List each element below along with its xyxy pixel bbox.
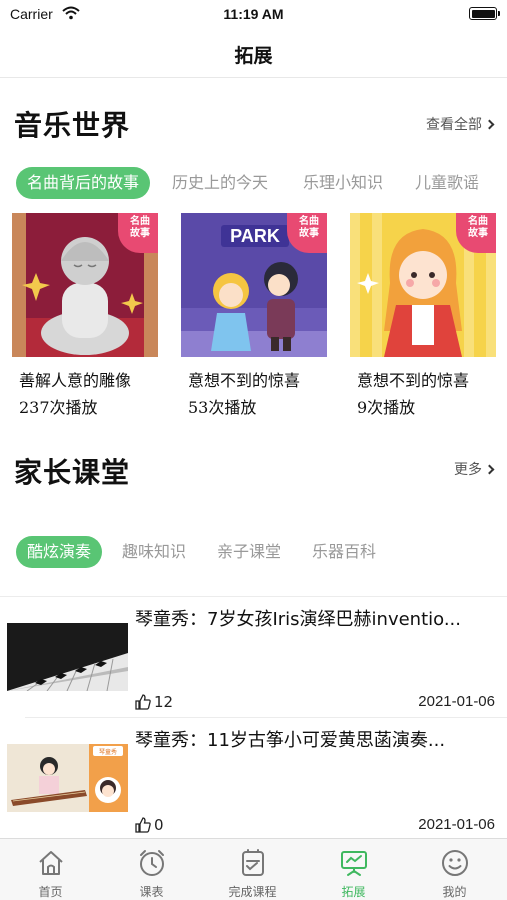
card-title: 意想不到的惊喜 (357, 371, 470, 390)
story-badge: 名曲故事 (456, 213, 496, 253)
tabbar-item-expand[interactable]: 拓展 (303, 839, 404, 900)
status-time: 11:19 AM (223, 6, 284, 22)
tabbar-label: 我的 (442, 885, 467, 899)
tab-cool-performance[interactable]: 酷炫演奏 (16, 536, 103, 568)
parents-more-button[interactable]: 更多 (454, 459, 495, 479)
more-label: 更多 (454, 462, 482, 478)
chevron-right-icon (484, 464, 495, 474)
music-card[interactable]: 名曲故事 善解人意的雕像 237次播放 (12, 213, 158, 423)
clock-icon (140, 850, 164, 876)
tabbar-label: 首页 (38, 885, 63, 899)
thumbnail-label: 琴童秀 (99, 748, 117, 756)
video-title: 琴童秀：11岁古筝小可爱黄思菡演奏... (135, 730, 446, 751)
tabbar-label: 拓展 (341, 885, 366, 899)
card-thumbnail: PARK 名曲故事 (181, 213, 327, 357)
card-play-count: 9次播放 (357, 398, 416, 417)
story-badge: 名曲故事 (287, 213, 327, 253)
card-thumbnail: 名曲故事 (12, 213, 158, 357)
card-thumbnail: 名曲故事 (350, 213, 496, 357)
story-badge: 名曲故事 (118, 213, 158, 253)
board-icon (341, 851, 367, 876)
tab-music-theory[interactable]: 乐理小知识 (303, 167, 383, 199)
view-all-label: 查看全部 (426, 117, 482, 133)
card-title: 善解人意的雕像 (19, 371, 132, 390)
tabbar-item-home[interactable]: 首页 (0, 839, 101, 900)
park-sign-text: PARK (230, 226, 280, 246)
chevron-right-icon (484, 119, 495, 129)
checklist-icon (242, 849, 264, 876)
tab-history-today[interactable]: 历史上的今天 (172, 167, 268, 199)
tabbar-item-mine[interactable]: 我的 (404, 839, 505, 900)
tab-fun-knowledge[interactable]: 趣味知识 (122, 536, 186, 568)
video-list-item[interactable]: 琴童秀：7岁女孩Iris演绎巴赫inventio... 12 2021-01-0… (0, 597, 507, 717)
tabbar-label: 完成课程 (228, 885, 277, 899)
card-title: 意想不到的惊喜 (188, 371, 301, 390)
card-play-count: 53次播放 (188, 398, 257, 417)
like-count-value: 0 (154, 816, 164, 834)
tab-famous-stories[interactable]: 名曲背后的故事 (16, 167, 151, 199)
navigation-bar: 拓展 (0, 30, 507, 78)
like-count[interactable]: 12 (135, 693, 173, 711)
like-count-value: 12 (154, 693, 174, 711)
video-date: 2021-01-06 (418, 693, 495, 710)
video-date: 2021-01-06 (418, 816, 495, 833)
battery-icon (469, 7, 500, 20)
video-thumbnail: 琴童秀 (7, 744, 128, 812)
card-play-count: 237次播放 (19, 398, 98, 417)
music-card[interactable]: 名曲故事 意想不到的惊喜 9次播放 (350, 213, 496, 423)
video-thumbnail (7, 623, 128, 691)
music-section-title: 音乐世界 (14, 109, 131, 142)
status-bar: Carrier 11:19 AM (0, 0, 507, 30)
music-view-all-button[interactable]: 查看全部 (426, 114, 495, 134)
video-title: 琴童秀：7岁女孩Iris演绎巴赫inventio... (135, 609, 462, 630)
thumbs-up-icon (135, 694, 151, 710)
music-tab-row: 名曲背后的故事 历史上的今天 乐理小知识 儿童歌谣 (0, 167, 507, 201)
tab-instrument-wiki[interactable]: 乐器百科 (312, 536, 376, 568)
tabbar-item-schedule[interactable]: 课表 (101, 839, 202, 900)
like-count[interactable]: 0 (135, 816, 164, 834)
home-icon (39, 851, 63, 875)
music-card[interactable]: PARK 名曲故事 意想不到的惊喜 53次播放 (181, 213, 327, 423)
tabbar-item-completed[interactable]: 完成课程 (202, 839, 303, 900)
tab-parent-child-class[interactable]: 亲子课堂 (217, 536, 281, 568)
tab-children-songs[interactable]: 儿童歌谣 (415, 167, 479, 199)
parents-tab-row: 酷炫演奏 趣味知识 亲子课堂 乐器百科 (0, 536, 507, 570)
parents-section-title: 家长课堂 (14, 456, 131, 489)
video-list-item[interactable]: 琴童秀 琴童秀：11岁古筝小可爱黄思菡演奏... 0 2021-01-06 (0, 718, 507, 838)
tabbar-label: 课表 (139, 885, 164, 899)
guzheng-performance-image: 琴童秀 (7, 744, 128, 812)
page-title: 拓展 (234, 45, 273, 67)
smile-icon (442, 850, 468, 876)
thumbs-up-icon (135, 817, 151, 833)
piano-keys-image (7, 623, 128, 691)
bottom-tab-bar: 首页 课表 完成课程 拓展 我的 (0, 838, 507, 900)
